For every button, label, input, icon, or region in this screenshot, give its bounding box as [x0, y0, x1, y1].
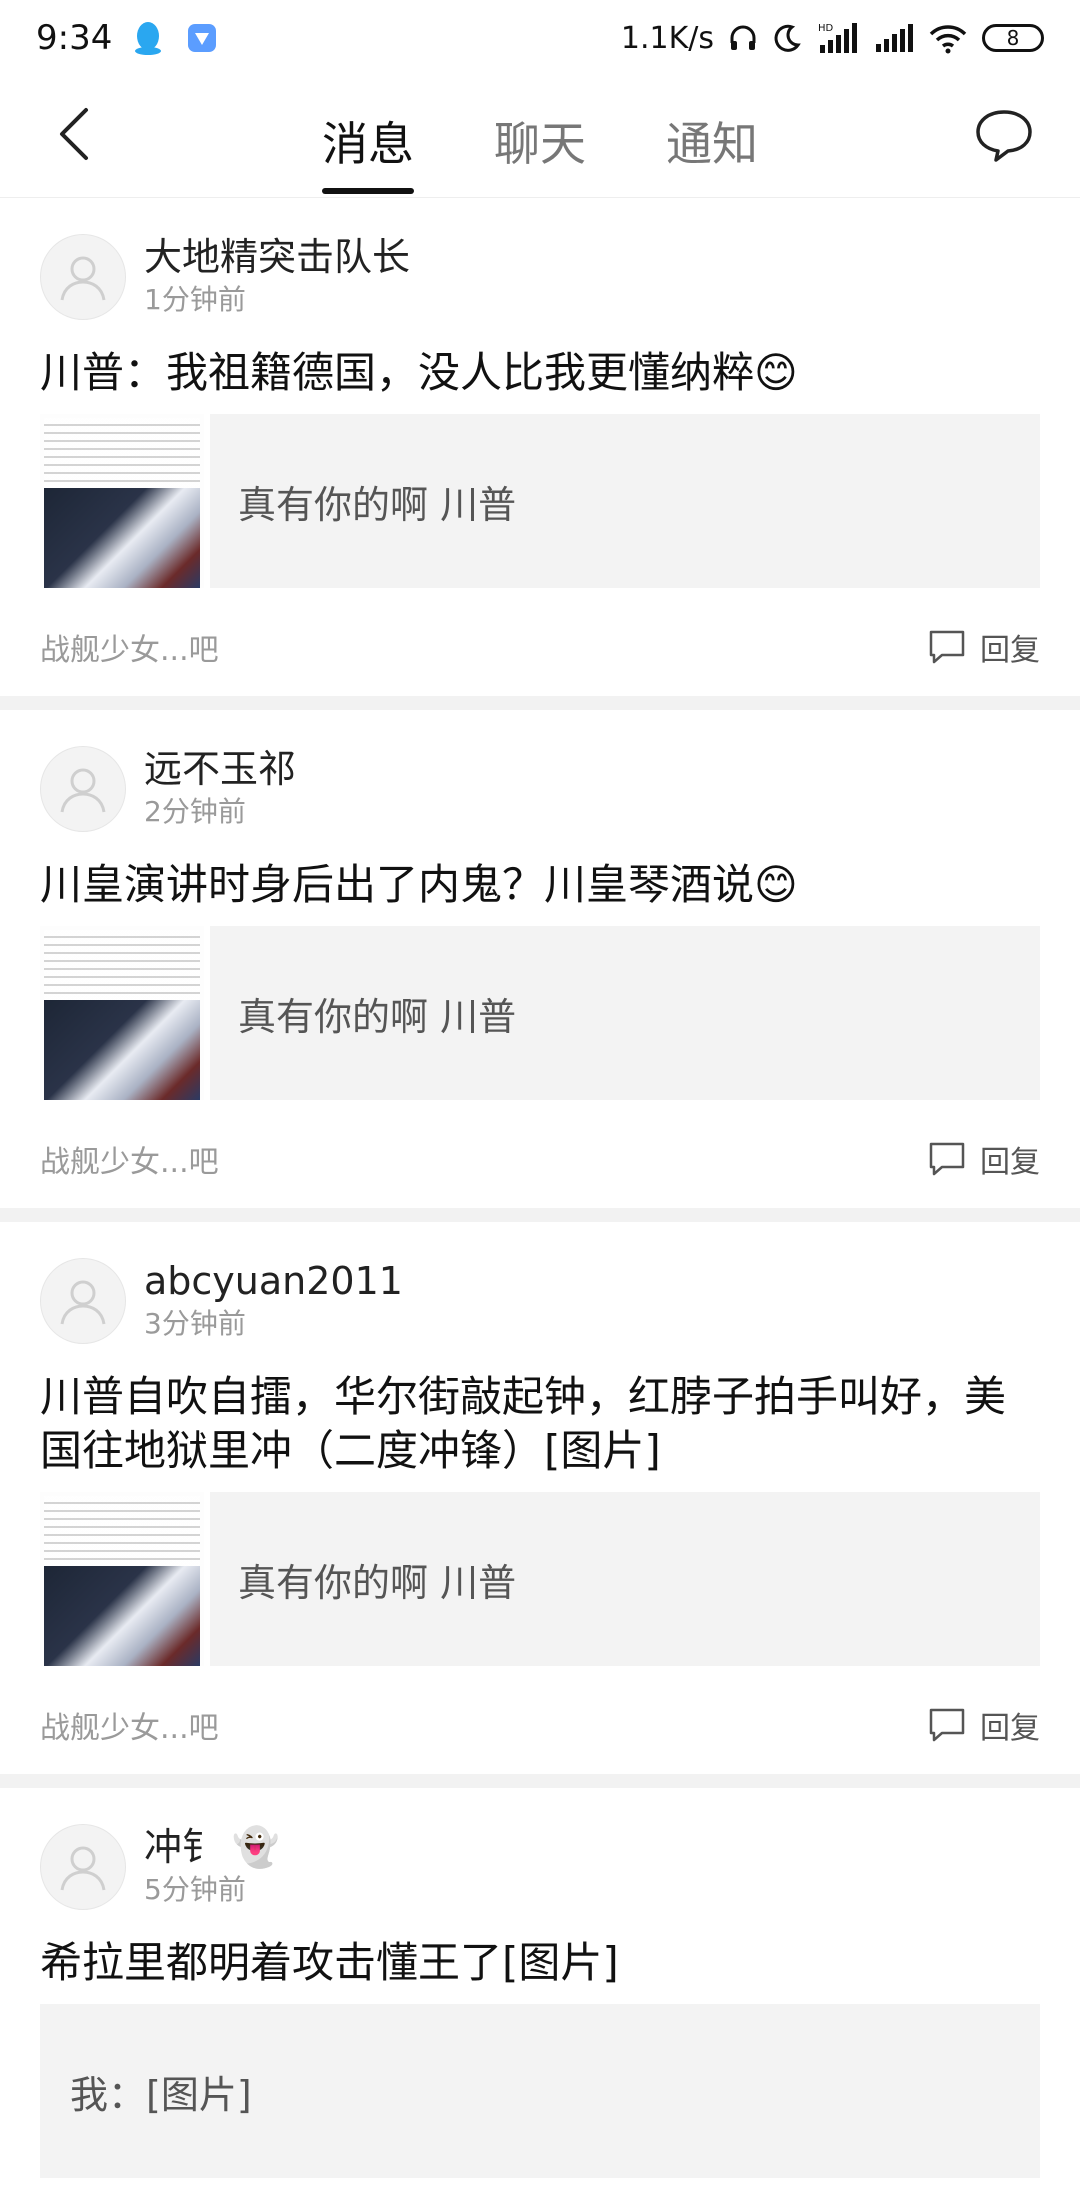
- reply-button[interactable]: 回复: [928, 1703, 1040, 1747]
- quoted-text: 我：[图片]: [70, 2072, 252, 2117]
- forum-name[interactable]: 战舰少女...吧: [40, 625, 219, 669]
- timestamp: 3分钟前: [144, 1307, 246, 1340]
- net-speed: 1.1K/s: [620, 20, 714, 56]
- post-header: 冲钅 👻 5分钟前: [40, 1824, 1040, 1910]
- post-title-text: 川普自吹自擂，华尔街敲起钟，红脖子拍手叫好，美国往地狱里冲（二度冲锋）[图片]: [40, 1372, 1007, 1475]
- status-bar: 9:34 1.1K/s HD 8: [0, 0, 1080, 76]
- timestamp: 2分钟前: [144, 795, 246, 828]
- chat-button[interactable]: [972, 104, 1036, 168]
- svg-text:HD: HD: [818, 23, 834, 34]
- comment-icon: [929, 1708, 965, 1742]
- post-title-text: 川皇演讲时身后出了内鬼？川皇琴酒说: [40, 860, 755, 909]
- tab-messages[interactable]: 消息: [322, 76, 414, 198]
- status-bar-left: 9:34: [36, 18, 220, 58]
- quoted-thumbnail: [40, 926, 210, 1100]
- separator: [0, 696, 1080, 710]
- post-title[interactable]: 川普自吹自擂，华尔街敲起钟，红脖子拍手叫好，美国往地狱里冲（二度冲锋）[图片]: [40, 1370, 1040, 1478]
- qq-penguin-icon: [130, 20, 166, 56]
- post-title[interactable]: 希拉里都明着攻击懂王了[图片]: [40, 1936, 1040, 1990]
- user-info: 大地精突击队长 1分钟前: [144, 234, 410, 320]
- message-card[interactable]: 远不玉祁 2分钟前 川皇演讲时身后出了内鬼？川皇琴酒说😊 真有你的啊 川普 战舰…: [0, 710, 1080, 1208]
- chat-bubble-icon: [976, 110, 1032, 162]
- reply-button[interactable]: 回复: [928, 625, 1040, 669]
- default-avatar-icon: [60, 1280, 106, 1325]
- tab-notifications[interactable]: 通知: [666, 76, 758, 198]
- post-header: 远不玉祁 2分钟前: [40, 746, 1040, 832]
- message-feed: 大地精突击队长 1分钟前 川普：我祖籍德国，没人比我更懂纳粹😊 真有你的啊 川普…: [0, 198, 1080, 2202]
- separator: [0, 1208, 1080, 1222]
- app-notification-icon: [184, 20, 220, 56]
- post-title-text: 希拉里都明着攻击懂王了[图片]: [40, 1938, 619, 1987]
- headphones-icon: [728, 23, 758, 53]
- tab-bar: 消息 聊天 通知: [0, 76, 1080, 198]
- post-footer: 战舰少女...吧 回复: [40, 1700, 1040, 1750]
- comment-icon: [929, 1142, 965, 1176]
- ghost-emoji: 👻: [232, 1825, 280, 1869]
- avatar[interactable]: [40, 234, 126, 320]
- avatar[interactable]: [40, 1824, 126, 1910]
- comment-icon: [929, 630, 965, 664]
- post-header: abcyuan2011 3分钟前: [40, 1258, 1040, 1344]
- reply-label: 回复: [980, 1145, 1040, 1180]
- quoted-thumbnail: [40, 414, 210, 588]
- moon-icon: [772, 23, 802, 53]
- username[interactable]: 远不玉祁: [144, 746, 296, 792]
- default-avatar-icon: [60, 256, 106, 301]
- quoted-post[interactable]: 我：[图片]: [40, 2004, 1040, 2178]
- forum-name[interactable]: 战舰少女...吧: [40, 1703, 219, 1747]
- tab-chat[interactable]: 聊天: [494, 76, 586, 198]
- reply-button[interactable]: 回复: [928, 1137, 1040, 1181]
- top-nav: 消息 聊天 通知: [0, 76, 1080, 198]
- quoted-post[interactable]: 真有你的啊 川普: [40, 1492, 1040, 1666]
- avatar[interactable]: [40, 1258, 126, 1344]
- user-info: 冲钅 👻 5分钟前: [144, 1824, 279, 1910]
- post-title[interactable]: 川皇演讲时身后出了内鬼？川皇琴酒说😊: [40, 858, 1040, 912]
- signal-icon: [874, 22, 914, 54]
- timestamp: 1分钟前: [144, 283, 246, 316]
- wifi-icon: [928, 22, 968, 54]
- quoted-text: 真有你的啊 川普: [238, 1560, 517, 1605]
- username[interactable]: abcyuan2011: [144, 1258, 403, 1304]
- status-bar-right: 1.1K/s HD 8: [621, 21, 1044, 56]
- smile-emoji: 😊: [754, 860, 798, 909]
- reply-label: 回复: [980, 633, 1040, 668]
- quoted-thumbnail: [40, 1492, 210, 1666]
- quoted-post[interactable]: 真有你的啊 川普: [40, 414, 1040, 588]
- username[interactable]: 大地精突击队长: [144, 234, 410, 280]
- smile-emoji: 😊: [754, 348, 798, 397]
- quoted-text: 真有你的啊 川普: [238, 482, 517, 527]
- message-card[interactable]: abcyuan2011 3分钟前 川普自吹自擂，华尔街敲起钟，红脖子拍手叫好，美…: [0, 1222, 1080, 1774]
- default-avatar-icon: [60, 1846, 106, 1891]
- avatar[interactable]: [40, 746, 126, 832]
- username-text: 冲钅: [144, 1825, 221, 1869]
- separator: [0, 1774, 1080, 1788]
- post-title[interactable]: 川普：我祖籍德国，没人比我更懂纳粹😊: [40, 346, 1040, 400]
- status-time: 9:34: [36, 18, 113, 58]
- post-footer: 战舰少女...吧 回复: [40, 1134, 1040, 1184]
- quoted-text: 真有你的啊 川普: [238, 994, 517, 1039]
- post-header: 大地精突击队长 1分钟前: [40, 234, 1040, 320]
- timestamp: 5分钟前: [144, 1873, 246, 1906]
- user-info: 远不玉祁 2分钟前: [144, 746, 296, 832]
- forum-name[interactable]: 战舰少女...吧: [40, 1137, 219, 1181]
- message-card[interactable]: 大地精突击队长 1分钟前 川普：我祖籍德国，没人比我更懂纳粹😊 真有你的啊 川普…: [0, 198, 1080, 696]
- user-info: abcyuan2011 3分钟前: [144, 1258, 403, 1344]
- message-card[interactable]: 冲钅 👻 5分钟前 希拉里都明着攻击懂王了[图片] 我：[图片]: [0, 1788, 1080, 2202]
- post-title-text: 川普：我祖籍德国，没人比我更懂纳粹: [40, 348, 755, 397]
- reply-label: 回复: [980, 1711, 1040, 1746]
- default-avatar-icon: [60, 768, 106, 813]
- battery-indicator: 8: [982, 24, 1044, 52]
- username[interactable]: 冲钅 👻: [144, 1824, 279, 1870]
- signal-hd-icon: HD: [816, 21, 860, 55]
- quoted-post[interactable]: 真有你的啊 川普: [40, 926, 1040, 1100]
- post-footer: 战舰少女...吧 回复: [40, 622, 1040, 672]
